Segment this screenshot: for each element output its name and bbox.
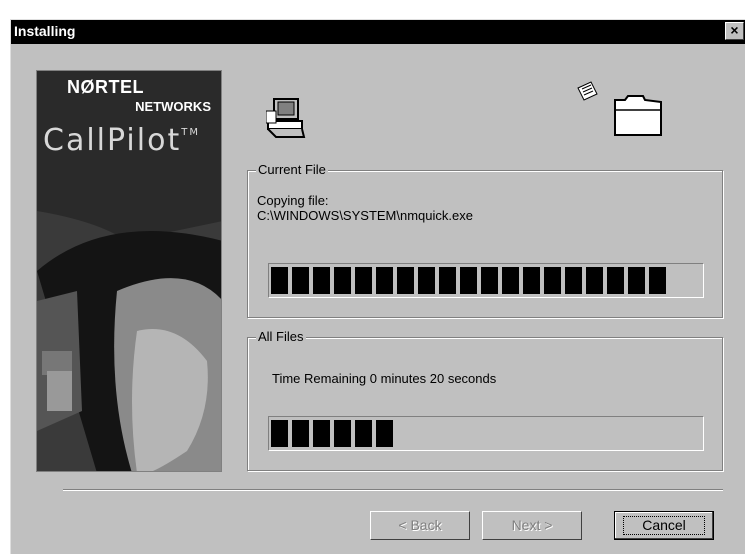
all-files-group: All Files Time Remaining 0 minutes 20 se… [247,329,723,471]
file-icon [577,81,598,101]
current-file-progress [268,263,704,298]
networks-logo: NETWORKS [135,99,211,114]
computer-icon [265,97,306,142]
copying-label: Copying file: [257,193,329,208]
all-files-label: All Files [256,329,306,344]
installer-window: Installing × NØRTEL NETWORKS CallPilotTM [10,19,745,554]
all-files-progress [268,416,704,451]
product-banner: NØRTEL NETWORKS CallPilotTM [36,70,222,472]
next-button[interactable]: Next > [482,511,582,540]
window-title: Installing [14,23,76,39]
nortel-logo: NØRTEL [67,77,144,97]
trademark: TM [181,127,200,138]
button-separator [63,489,723,491]
time-remaining: Time Remaining 0 minutes 20 seconds [272,371,497,386]
all-files-progress-fill [271,420,396,447]
current-file-label: Current File [256,162,328,177]
product-name: CallPilotTM [43,123,200,158]
current-file-progress-fill [271,267,667,294]
current-file-group: Current File Copying file: C:\WINDOWS\SY… [247,162,723,318]
cancel-button-label: Cancel [623,516,705,535]
copying-path: C:\WINDOWS\SYSTEM\nmquick.exe [257,208,473,223]
back-button[interactable]: < Back [370,511,470,540]
title-bar[interactable]: Installing × [11,20,745,44]
folder-icon [573,80,668,143]
product-name-text: CallPilot [43,123,182,158]
close-button[interactable]: × [725,22,744,40]
cancel-button[interactable]: Cancel [614,511,714,540]
